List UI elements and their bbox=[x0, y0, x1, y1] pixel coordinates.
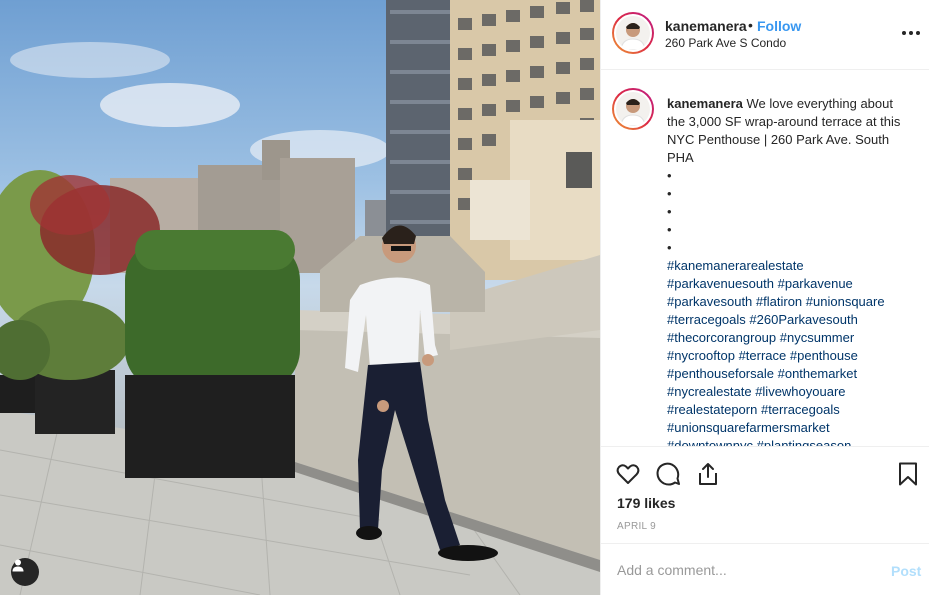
hashtag-link[interactable]: #terracegoals bbox=[667, 312, 746, 327]
hashtag-link[interactable]: #onthemarket bbox=[778, 366, 858, 381]
heart-icon bbox=[616, 464, 640, 484]
post-comment-button[interactable]: Post bbox=[891, 563, 921, 579]
hashtag-line: #penthouseforsale #onthemarket bbox=[667, 365, 912, 383]
hashtag-link[interactable]: #nycsummer bbox=[780, 330, 854, 345]
more-options-icon bbox=[902, 31, 920, 35]
hashtag-link[interactable]: #terrace bbox=[739, 348, 787, 363]
caption-bullets: • • • • • bbox=[667, 167, 912, 257]
hashtag-line: #unionsquarefarmersmarket bbox=[667, 419, 912, 437]
photo-scene bbox=[0, 0, 600, 595]
location-link[interactable]: 260 Park Ave S Condo bbox=[665, 36, 786, 50]
caption-bullet: • bbox=[667, 222, 672, 237]
comment-bar: Post bbox=[601, 543, 929, 595]
caption-username[interactable]: kanemanera bbox=[667, 96, 743, 111]
share-icon bbox=[699, 463, 717, 485]
follow-button[interactable]: Follow bbox=[757, 18, 801, 34]
hashtag-line: #terracegoals #260Parkavesouth bbox=[667, 311, 912, 329]
caption-bullet: • bbox=[667, 186, 672, 201]
hashtag-link[interactable]: #penthouse bbox=[790, 348, 858, 363]
post-header: kanemanera • Follow 260 Park Ave S Condo bbox=[601, 0, 929, 70]
post-actions: 179 likes APRIL 9 Post bbox=[601, 446, 929, 595]
hashtag-line: #parkavesouth #flatiron #unionsquare bbox=[667, 293, 912, 311]
comment-input[interactable] bbox=[617, 562, 857, 578]
hashtag-line: #parkavenuesouth #parkavenue bbox=[667, 275, 912, 293]
comment-icon bbox=[656, 462, 680, 486]
hashtag-link[interactable]: #parkavesouth bbox=[667, 294, 752, 309]
likes-count[interactable]: 179 likes bbox=[617, 495, 675, 511]
post-username[interactable]: kanemanera bbox=[665, 18, 747, 34]
hashtag-link[interactable]: #nycrealestate bbox=[667, 384, 752, 399]
hashtag-line: #nycrooftop #terrace #penthouse bbox=[667, 347, 912, 365]
avatar-image bbox=[616, 92, 650, 126]
comment-button[interactable] bbox=[655, 461, 681, 487]
hashtag-line: #downtownnyc #plantingseason bbox=[667, 437, 912, 446]
bookmark-icon bbox=[899, 462, 917, 486]
caption-bullet: • bbox=[667, 240, 672, 255]
hashtag-link[interactable]: #downtownnyc bbox=[667, 438, 753, 446]
hashtag-link[interactable]: #realestateporn bbox=[667, 402, 757, 417]
user-tag-button[interactable] bbox=[11, 558, 39, 586]
hashtag-link[interactable]: #flatiron bbox=[756, 294, 802, 309]
hashtag-link[interactable]: #livewhoyouare bbox=[755, 384, 845, 399]
hashtag-link[interactable]: #penthouseforsale bbox=[667, 366, 774, 381]
avatar[interactable] bbox=[614, 90, 652, 128]
hashtag-link[interactable]: #plantingseason bbox=[757, 438, 852, 446]
caption-hashtags: #kanemanerarealestate #parkavenuesouth #p… bbox=[667, 257, 912, 446]
hashtag-line: #realestateporn #terracegoals bbox=[667, 401, 912, 419]
caption-bullet: • bbox=[667, 168, 672, 183]
hashtag-link[interactable]: #unionsquare bbox=[806, 294, 885, 309]
hashtag-link[interactable]: #260Parkavesouth bbox=[749, 312, 857, 327]
save-button[interactable] bbox=[895, 461, 921, 487]
hashtag-line: #nycrealestate #livewhoyouare bbox=[667, 383, 912, 401]
post-date[interactable]: APRIL 9 bbox=[617, 521, 656, 532]
share-button[interactable] bbox=[695, 461, 721, 487]
caption-text: kanemanera We love everything about the … bbox=[667, 95, 912, 446]
hashtag-line: #kanemanerarealestate bbox=[667, 257, 912, 275]
like-button[interactable] bbox=[615, 461, 641, 487]
user-tag-icon bbox=[12, 559, 24, 572]
post-details-panel: kanemanera • Follow 260 Park Ave S Condo… bbox=[600, 0, 929, 595]
post-photo[interactable] bbox=[0, 0, 600, 595]
hashtag-link[interactable]: #kanemanerarealestate bbox=[667, 258, 804, 273]
caption-bullet: • bbox=[667, 204, 672, 219]
hashtag-link[interactable]: #thecorcorangroup bbox=[667, 330, 776, 345]
hashtag-link[interactable]: #parkavenue bbox=[778, 276, 853, 291]
hashtag-link[interactable]: #terracegoals bbox=[761, 402, 840, 417]
hashtag-link[interactable]: #parkavenuesouth bbox=[667, 276, 774, 291]
separator-dot: • bbox=[748, 17, 753, 33]
avatar-image bbox=[616, 16, 650, 50]
hashtag-link[interactable]: #unionsquarefarmersmarket bbox=[667, 420, 830, 435]
more-options-button[interactable] bbox=[901, 25, 921, 41]
caption-area[interactable]: kanemanera We love everything about the … bbox=[601, 70, 929, 446]
hashtag-link[interactable]: #nycrooftop bbox=[667, 348, 735, 363]
avatar[interactable] bbox=[614, 14, 652, 52]
hashtag-line: #thecorcorangroup #nycsummer bbox=[667, 329, 912, 347]
